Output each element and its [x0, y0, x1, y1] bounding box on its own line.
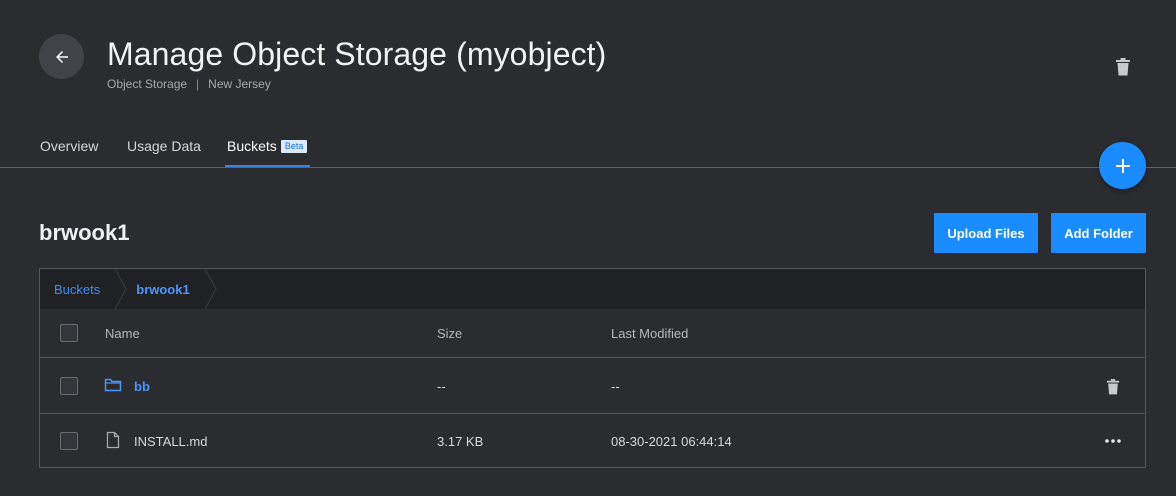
add-bucket-fab[interactable]	[1099, 142, 1146, 189]
tab-buckets[interactable]: Buckets Beta	[227, 138, 308, 154]
row-last-modified: --	[611, 379, 620, 394]
file-icon	[106, 431, 120, 449]
tab-usage-data[interactable]: Usage Data	[127, 138, 201, 154]
subtitle-separator: |	[196, 77, 200, 91]
upload-files-button[interactable]: Upload Files	[934, 213, 1038, 253]
breadcrumb-buckets-link[interactable]: Buckets	[40, 269, 114, 309]
breadcrumb-current-bucket: brwook1	[136, 281, 190, 297]
add-folder-button[interactable]: Add Folder	[1051, 213, 1146, 253]
subtitle-region: New Jersey	[208, 77, 271, 91]
folder-icon	[104, 378, 122, 392]
delete-folder-button[interactable]	[1103, 376, 1123, 396]
row-checkbox[interactable]	[60, 432, 78, 450]
tab-bar: Overview Usage Data Buckets Beta	[0, 120, 1176, 168]
file-name-link[interactable]: INSTALL.md	[134, 434, 207, 449]
tab-overview[interactable]: Overview	[40, 138, 98, 154]
column-header-name[interactable]: Name	[105, 326, 140, 341]
row-more-actions-button[interactable]	[1103, 431, 1123, 451]
table-row: INSTALL.md 3.17 KB 08-30-2021 06:44:14	[40, 414, 1145, 469]
arrow-left-icon	[55, 50, 68, 63]
object-table-panel: Buckets brwook1 Name Size Last Modified …	[39, 268, 1146, 468]
subtitle-breadcrumb: Object Storage | New Jersey	[107, 77, 271, 91]
tab-usage-data-label: Usage Data	[127, 138, 201, 154]
trash-icon	[1116, 57, 1130, 75]
subtitle-service: Object Storage	[107, 77, 188, 91]
trash-icon	[1106, 378, 1120, 394]
more-horizontal-icon	[1105, 439, 1121, 443]
row-size: 3.17 KB	[437, 434, 484, 449]
row-last-modified: 08-30-2021 06:44:14	[611, 434, 732, 449]
plus-icon	[1115, 158, 1130, 173]
bucket-title: brwook1	[39, 220, 130, 245]
active-tab-indicator	[225, 165, 310, 167]
row-checkbox[interactable]	[60, 377, 78, 395]
delete-storage-button[interactable]	[1112, 55, 1134, 77]
beta-badge: Beta	[280, 139, 308, 153]
folder-name-link[interactable]: bb	[134, 379, 150, 394]
page-title: Manage Object Storage (myobject)	[107, 36, 607, 72]
breadcrumb-chevron-icon	[114, 269, 127, 309]
object-storage-page: Manage Object Storage (myobject) Object …	[0, 0, 1176, 496]
tab-buckets-label: Buckets	[227, 138, 277, 154]
column-header-size[interactable]: Size	[437, 326, 462, 341]
column-header-last-modified[interactable]: Last Modified	[611, 326, 688, 341]
table-header: Name Size Last Modified	[40, 309, 1145, 358]
breadcrumb-chevron-icon	[204, 269, 217, 309]
tab-overview-label: Overview	[40, 138, 99, 154]
object-breadcrumb: Buckets brwook1	[40, 269, 1145, 309]
select-all-checkbox[interactable]	[60, 324, 78, 342]
table-row: bb -- --	[40, 359, 1145, 414]
back-button[interactable]	[39, 34, 84, 79]
row-size: --	[437, 379, 446, 394]
